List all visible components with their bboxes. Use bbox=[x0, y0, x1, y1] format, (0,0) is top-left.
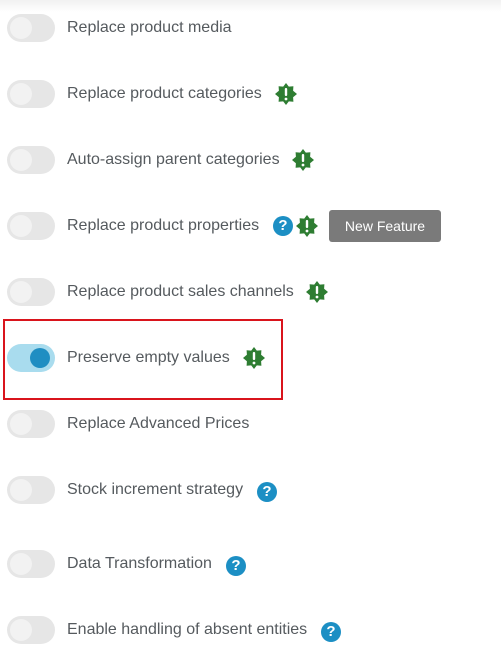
option-row-data-transformation: Data Transformation ? bbox=[0, 544, 501, 584]
option-row-preserve-empty-values: Preserve empty values bbox=[0, 338, 501, 378]
toggle-knob bbox=[10, 149, 32, 171]
auto-assign-parent-categories-toggle[interactable] bbox=[7, 146, 55, 174]
option-row-enable-handling-of-absent-entities: Enable handling of absent entities ? bbox=[0, 610, 501, 650]
replace-product-categories-toggle[interactable] bbox=[7, 80, 55, 108]
stock-increment-strategy-toggle[interactable] bbox=[7, 476, 55, 504]
help-icon[interactable]: ? bbox=[226, 556, 246, 576]
option-row-replace-product-categories: Replace product categories bbox=[0, 74, 501, 114]
toggle-knob bbox=[10, 553, 32, 575]
enable-handling-of-absent-entities-toggle[interactable] bbox=[7, 616, 55, 644]
option-label: Enable handling of absent entities bbox=[67, 621, 308, 638]
warning-badge-icon[interactable] bbox=[275, 83, 297, 105]
help-icon[interactable]: ? bbox=[321, 622, 341, 642]
option-label: Replace product media bbox=[67, 19, 232, 36]
replace-product-sales-channels-toggle[interactable] bbox=[7, 278, 55, 306]
toggle-knob bbox=[10, 215, 32, 237]
warning-badge-icon[interactable] bbox=[243, 347, 265, 369]
replace-advanced-prices-toggle[interactable] bbox=[7, 410, 55, 438]
toggle-knob bbox=[10, 281, 32, 303]
option-label: Preserve empty values bbox=[67, 349, 230, 366]
help-icon[interactable]: ? bbox=[257, 482, 277, 502]
toggle-knob bbox=[10, 619, 32, 641]
warning-badge-icon[interactable] bbox=[306, 281, 328, 303]
option-label: Replace product categories bbox=[67, 85, 262, 102]
toggle-knob bbox=[10, 479, 32, 501]
toggle-knob bbox=[30, 348, 50, 368]
option-label: Data Transformation bbox=[67, 555, 212, 572]
option-label: Replace Advanced Prices bbox=[67, 415, 250, 432]
option-label: Stock increment strategy bbox=[67, 481, 244, 498]
toggle-knob bbox=[10, 83, 32, 105]
data-transformation-toggle[interactable] bbox=[7, 550, 55, 578]
option-label: Replace product sales channels bbox=[67, 283, 294, 300]
toggle-knob bbox=[10, 17, 32, 39]
option-row-auto-assign-parent-categories: Auto-assign parent categories bbox=[0, 140, 501, 180]
new-feature-badge: New Feature bbox=[329, 210, 441, 242]
option-row-replace-advanced-prices: Replace Advanced Prices bbox=[0, 404, 501, 444]
replace-product-media-toggle[interactable] bbox=[7, 14, 55, 42]
option-row-replace-product-properties: Replace product properties ? New Feature bbox=[0, 206, 501, 246]
replace-product-properties-toggle[interactable] bbox=[7, 212, 55, 240]
warning-badge-icon[interactable] bbox=[296, 215, 318, 237]
help-icon[interactable]: ? bbox=[273, 216, 293, 236]
preserve-empty-values-toggle[interactable] bbox=[7, 344, 55, 372]
warning-badge-icon[interactable] bbox=[292, 149, 314, 171]
toggle-knob bbox=[10, 413, 32, 435]
option-label: Auto-assign parent categories bbox=[67, 151, 280, 168]
option-row-stock-increment-strategy: Stock increment strategy ? bbox=[0, 470, 501, 510]
option-label: Replace product properties bbox=[67, 217, 260, 234]
option-row-replace-product-media: Replace product media bbox=[0, 8, 501, 48]
option-row-replace-product-sales-channels: Replace product sales channels bbox=[0, 272, 501, 312]
